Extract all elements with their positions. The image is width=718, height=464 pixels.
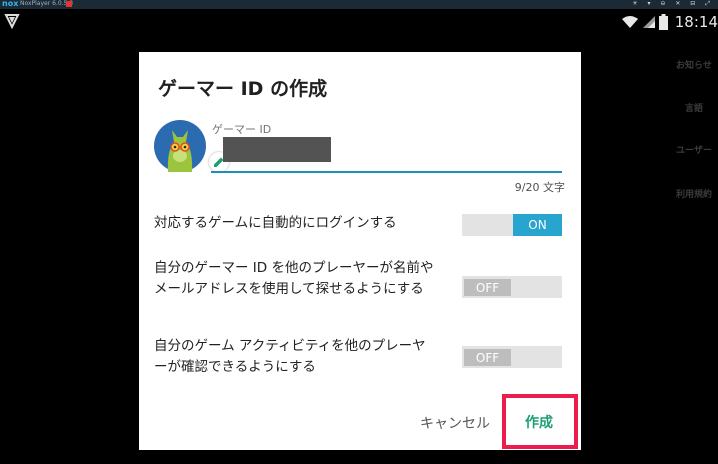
wifi-icon bbox=[621, 16, 638, 28]
create-button[interactable]: 作成 bbox=[510, 404, 568, 440]
status-clock: 18:14 bbox=[674, 13, 718, 31]
auto-login-toggle[interactable]: ON bbox=[462, 214, 562, 236]
bg-item-terms: 利用規約 bbox=[676, 190, 713, 200]
create-gamer-id-dialog: ゲーマー ID の作成 ゲーマー ID 9/20 文字 対応するゲームに自動的に… bbox=[139, 52, 581, 450]
character-counter: 9/20 文字 bbox=[514, 181, 565, 194]
discoverable-toggle[interactable]: OFF bbox=[462, 276, 562, 298]
dialog-title: ゲーマー ID の作成 bbox=[158, 78, 328, 100]
window-controls[interactable]: ☀ ▾ ⊖ ✕ ⊟ ⤢ bbox=[632, 0, 714, 8]
play-games-icon bbox=[4, 14, 20, 29]
redacted-gamer-id bbox=[223, 137, 331, 162]
status-bar-right: 18:14 bbox=[621, 12, 718, 32]
update-badge[interactable] bbox=[66, 1, 72, 7]
cancel-button[interactable]: キャンセル bbox=[420, 413, 490, 433]
llama-avatar[interactable] bbox=[154, 120, 206, 172]
nox-logo: nox bbox=[2, 0, 19, 8]
bg-item-user: ユーザー bbox=[676, 146, 712, 156]
activity-visibility-toggle[interactable]: OFF bbox=[462, 346, 562, 368]
bg-item-language: 言語 bbox=[685, 104, 704, 114]
toggle-state: OFF bbox=[464, 349, 511, 366]
bg-item-notices: お知らせ bbox=[676, 61, 712, 71]
gamer-id-label: ゲーマー ID bbox=[212, 123, 272, 136]
toggle-state: OFF bbox=[464, 279, 511, 296]
setting-discoverable-label: 自分のゲーマー ID を他のプレーヤーが名前やメールアドレスを使用して探せるよう… bbox=[154, 260, 434, 297]
battery-icon bbox=[658, 14, 668, 30]
setting-activity-visibility-label: 自分のゲーム アクティビティを他のプレーヤーが確認できるようにする bbox=[154, 338, 426, 375]
emulator-title-bar: nox NoxPlayer 6.0.5.3 ☀ ▾ ⊖ ✕ ⊟ ⤢ bbox=[0, 0, 718, 9]
signal-icon bbox=[642, 16, 655, 28]
setting-auto-login-label: 対応するゲームに自動的にログインする bbox=[154, 215, 397, 231]
toggle-state: ON bbox=[513, 214, 562, 236]
